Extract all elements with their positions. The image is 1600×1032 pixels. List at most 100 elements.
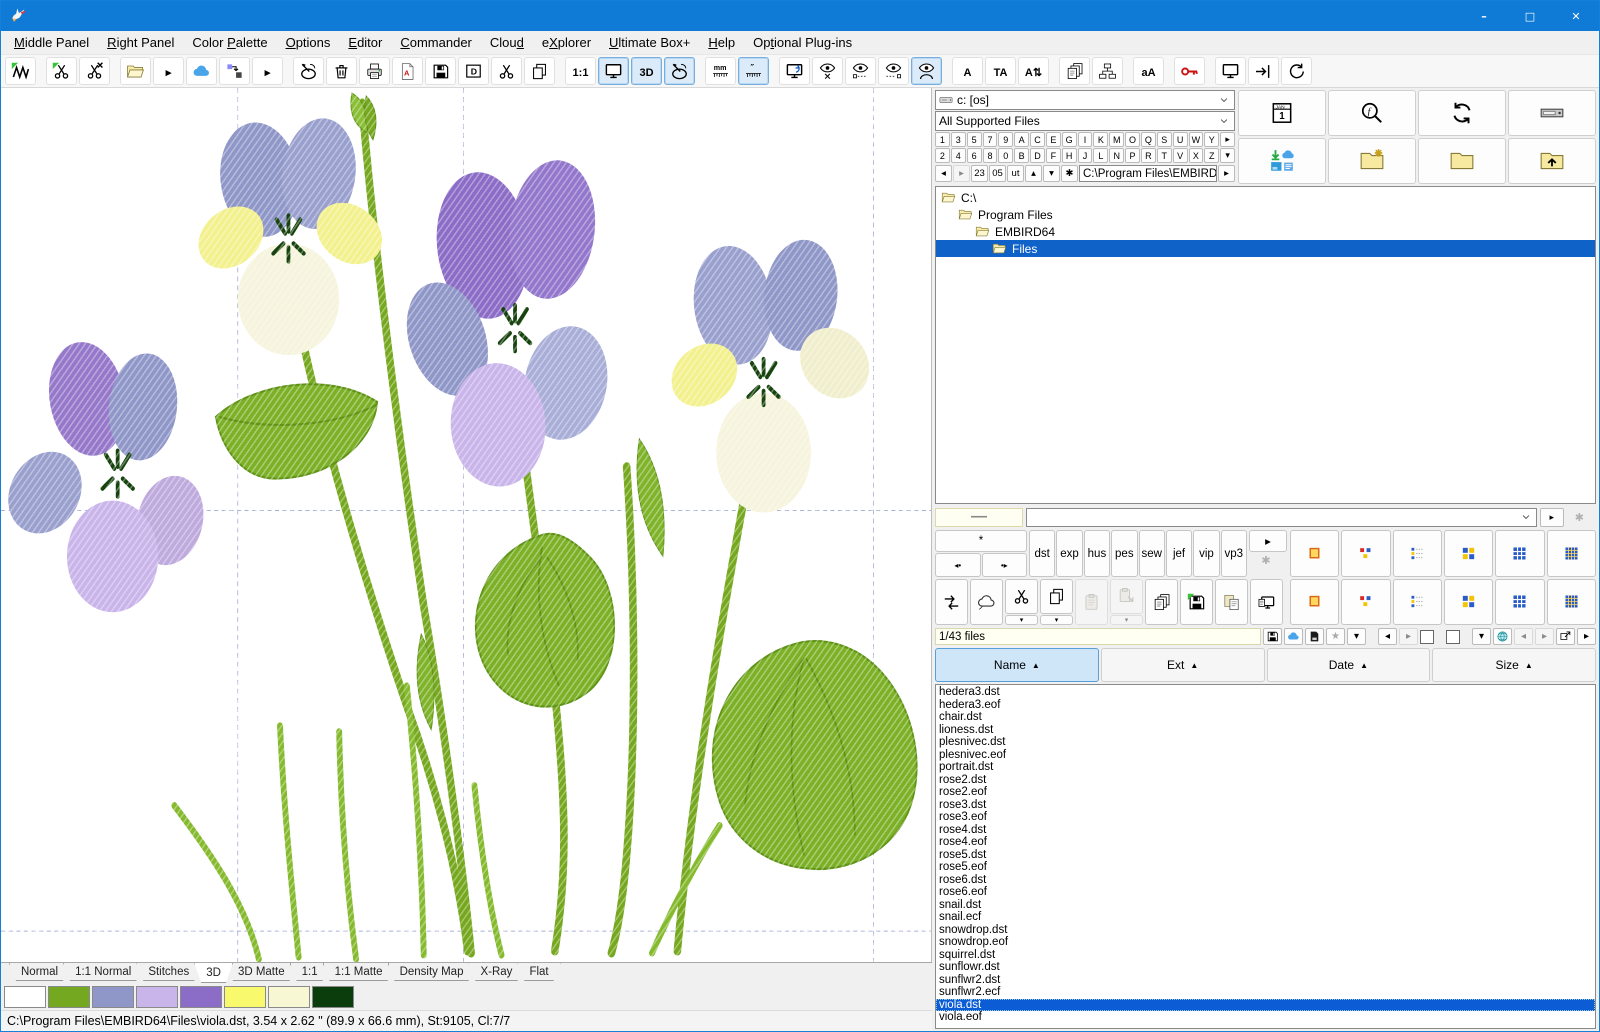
tree-item-embird64[interactable]: EMBIRD64 bbox=[936, 223, 1595, 240]
sort-down-button[interactable]: ▾ bbox=[1043, 165, 1060, 182]
view-medium-icons-button[interactable] bbox=[1495, 530, 1544, 577]
panel-layout-button[interactable] bbox=[1508, 90, 1596, 136]
maximize-button[interactable]: □ bbox=[1507, 1, 1553, 31]
alphabet-filter-button[interactable]: N bbox=[1109, 148, 1124, 163]
remove-stitches-button[interactable] bbox=[79, 57, 110, 85]
drive-select[interactable]: c: [os] bbox=[935, 90, 1235, 110]
thread-color-6[interactable] bbox=[224, 986, 266, 1008]
mask-apply-button[interactable]: ▸ bbox=[1540, 508, 1564, 527]
nav-prev-button[interactable]: ◂ bbox=[935, 165, 952, 182]
file-item[interactable]: portrait.dst bbox=[936, 761, 1595, 774]
menu-ultimate-box[interactable]: Ultimate Box+ bbox=[600, 32, 699, 53]
thread-color-8[interactable] bbox=[312, 986, 354, 1008]
file-item[interactable]: rose3.dst bbox=[936, 799, 1595, 812]
show-start-point-button[interactable] bbox=[845, 57, 876, 85]
browse-colors-button[interactable] bbox=[1341, 579, 1390, 626]
favorites-menu-arrow[interactable]: ▾ bbox=[1347, 628, 1366, 645]
file-op-menu-arrow[interactable]: ▾ bbox=[1040, 615, 1073, 625]
file-op-button[interactable] bbox=[1250, 579, 1283, 625]
units-mm-button[interactable] bbox=[705, 57, 736, 85]
menu-cloud[interactable]: Cloud bbox=[481, 32, 533, 53]
menu-commander[interactable]: Commander bbox=[391, 32, 481, 53]
cloud-list-button[interactable] bbox=[1284, 628, 1303, 645]
alphabet-filter-button[interactable]: X bbox=[1189, 148, 1204, 163]
favorites-button[interactable]: ★ bbox=[1326, 628, 1345, 645]
view-large-icons-button[interactable] bbox=[1444, 530, 1493, 577]
file-item[interactable]: rose4.dst bbox=[936, 824, 1595, 837]
mask-select[interactable] bbox=[1026, 508, 1537, 527]
thread-color-3[interactable] bbox=[92, 986, 134, 1008]
ext-filter-button[interactable]: hus bbox=[1084, 530, 1110, 577]
file-item[interactable]: lioness.dst bbox=[936, 724, 1595, 737]
password-button[interactable] bbox=[1174, 57, 1205, 85]
text-tools-button[interactable]: TA bbox=[985, 57, 1016, 85]
save-button[interactable] bbox=[425, 57, 456, 85]
file-item[interactable]: sunflwr2.dst bbox=[936, 974, 1595, 987]
path-more-button[interactable]: ▸ bbox=[1218, 165, 1235, 182]
list-menu-arrow[interactable]: ▾ bbox=[1472, 628, 1491, 645]
tab-x-ray[interactable]: X-Ray bbox=[468, 963, 524, 981]
menu-options[interactable]: Options bbox=[277, 32, 340, 53]
file-op-button[interactable] bbox=[1005, 579, 1038, 614]
tree-item-program-files[interactable]: Program Files bbox=[936, 206, 1595, 223]
alphabet-filter-button[interactable]: U bbox=[1173, 132, 1188, 147]
align-button[interactable] bbox=[1248, 57, 1279, 85]
hide-stitches-button[interactable] bbox=[812, 57, 843, 85]
open-folder-button[interactable] bbox=[1418, 138, 1506, 184]
copy-button[interactable] bbox=[524, 57, 555, 85]
object-tree-button[interactable] bbox=[1092, 57, 1123, 85]
alphabet-filter-button[interactable]: 5 bbox=[967, 132, 982, 147]
alphabet-filter-button[interactable]: 2 bbox=[935, 148, 950, 163]
file-op-button[interactable] bbox=[1145, 579, 1178, 625]
show-hoop-button[interactable] bbox=[911, 57, 942, 85]
file-op-button[interactable] bbox=[1110, 579, 1143, 614]
zoom-actual-button[interactable]: 1:1 bbox=[565, 57, 596, 85]
sort-by-ext-button[interactable]: Ext▲ bbox=[1101, 648, 1265, 682]
file-item[interactable]: snail.ecf bbox=[936, 911, 1595, 924]
alphabet-filter-button[interactable]: I bbox=[1078, 132, 1093, 147]
alphabet-filter-button[interactable]: 6 bbox=[967, 148, 982, 163]
browse-single-button[interactable] bbox=[1290, 579, 1339, 626]
alphabet-filter-button[interactable]: M bbox=[1109, 132, 1124, 147]
delete-button[interactable] bbox=[326, 57, 357, 85]
sort-objects-button[interactable]: A⇅ bbox=[1018, 57, 1049, 85]
thread-color-2[interactable] bbox=[48, 986, 90, 1008]
sort-by-date-button[interactable]: Date▲ bbox=[1267, 648, 1431, 682]
file-item[interactable]: snowdrop.eof bbox=[936, 936, 1595, 949]
font-manager-button[interactable]: aA bbox=[1133, 57, 1164, 85]
detach-window-button[interactable] bbox=[1556, 628, 1575, 645]
file-item[interactable]: rose3.eof bbox=[936, 811, 1595, 824]
ext-filter-button[interactable]: sew bbox=[1139, 530, 1165, 577]
alphabet-filter-button[interactable]: J bbox=[1078, 148, 1093, 163]
file-item[interactable]: rose6.eof bbox=[936, 886, 1595, 899]
alphabet-filter-button[interactable]: E bbox=[1046, 132, 1061, 147]
sewing-simulator-button[interactable] bbox=[664, 57, 695, 85]
alphabet-filter-button[interactable]: C bbox=[1030, 132, 1045, 147]
file-op-button[interactable] bbox=[1075, 579, 1108, 625]
tree-item-c-drive[interactable]: C:\ bbox=[936, 189, 1595, 206]
day-filter-button[interactable]: 23 bbox=[971, 165, 988, 182]
thread-color-5[interactable] bbox=[180, 986, 222, 1008]
alphabet-filter-button[interactable]: F bbox=[1046, 148, 1061, 163]
file-item[interactable]: rose2.eof bbox=[936, 786, 1595, 799]
date-filter-button[interactable] bbox=[1238, 90, 1326, 136]
current-path-field[interactable]: C:\Program Files\EMBIRD64\Files bbox=[1079, 165, 1217, 182]
browse-medium-icons-button[interactable] bbox=[1495, 579, 1544, 626]
browse-large-icons-button[interactable] bbox=[1444, 579, 1493, 626]
alphabet-filter-button[interactable]: 4 bbox=[951, 148, 966, 163]
file-item[interactable]: rose2.dst bbox=[936, 774, 1595, 787]
view-3d-button[interactable]: 3D bbox=[631, 57, 662, 85]
file-item[interactable]: rose5.dst bbox=[936, 849, 1595, 862]
tab-normal[interactable]: Normal bbox=[9, 963, 70, 981]
sort-by-size-button[interactable]: Size▲ bbox=[1432, 648, 1596, 682]
file-op-button[interactable] bbox=[1180, 579, 1213, 625]
menu-optional-plugins[interactable]: Optional Plug-ins bbox=[744, 32, 861, 53]
thread-color-4[interactable] bbox=[136, 986, 178, 1008]
file-item[interactable]: plesnivec.eof bbox=[936, 749, 1595, 762]
file-item[interactable]: snail.dst bbox=[936, 899, 1595, 912]
split-stitches-button[interactable] bbox=[46, 57, 77, 85]
search-files-button[interactable] bbox=[1328, 90, 1416, 136]
alphabet-filter-button[interactable]: 8 bbox=[983, 148, 998, 163]
subfolders-checkbox[interactable] bbox=[1420, 630, 1434, 644]
file-op-button[interactable] bbox=[935, 579, 968, 625]
